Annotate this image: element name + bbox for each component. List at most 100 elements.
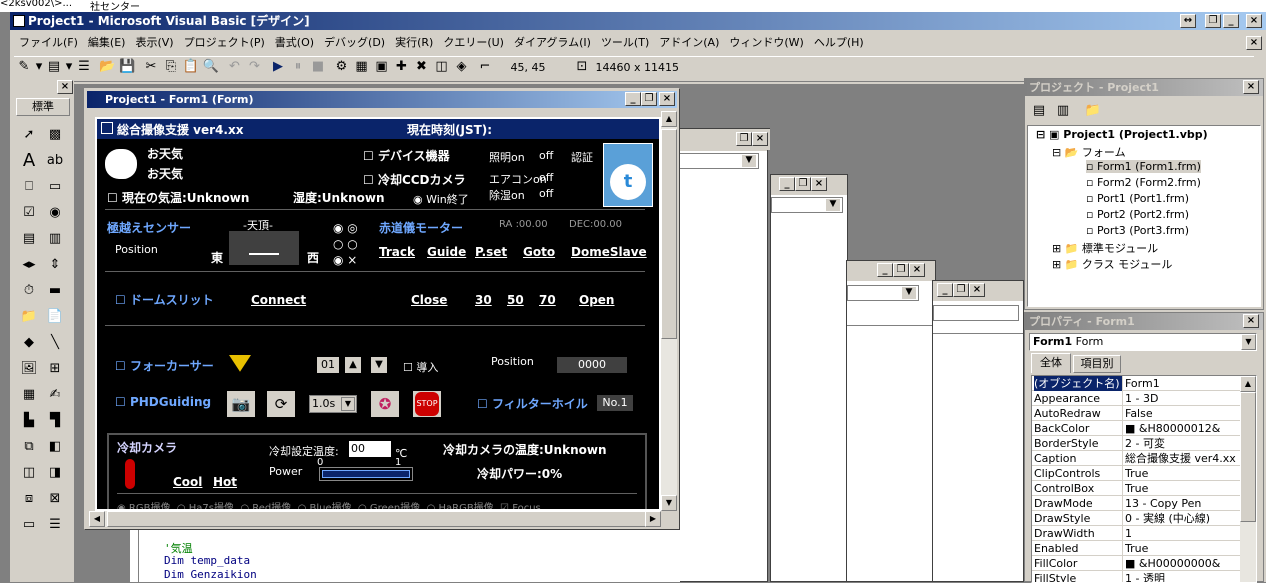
intro-checkbox[interactable]: ☐ 導入 (403, 359, 438, 375)
blue-option[interactable]: ○ Blue撮像 (298, 503, 352, 509)
form1-hscrollbar[interactable]: ◀ ▶ (89, 511, 661, 527)
focuser-up-button[interactable]: ▲ (345, 357, 361, 373)
data-view-icon[interactable]: ◫ (432, 57, 452, 77)
property-value[interactable]: True (1125, 541, 1245, 556)
focus-option[interactable]: ☑ Focus (500, 503, 541, 509)
timer-icon[interactable]: ⏱ (18, 280, 40, 302)
data-icon[interactable]: ⊞ (44, 358, 66, 380)
view-code-icon[interactable]: ▤ (1029, 101, 1049, 121)
tree-item-form1[interactable]: ▫ Form1 (Form1.frm) (1086, 160, 1201, 173)
custom-control-11-icon[interactable]: ☰ (44, 514, 66, 536)
close-link[interactable]: Close (411, 293, 447, 307)
temperature-checkbox[interactable]: ☐ 現在の気温:Unknown (107, 189, 249, 206)
guide-link[interactable]: Guide (427, 245, 466, 259)
guide-icon[interactable]: ✪ (371, 391, 399, 417)
form1-min-button[interactable]: _ (625, 92, 641, 106)
add-project-icon[interactable]: ✎ (14, 57, 34, 77)
vscroll-icon[interactable]: ⇕ (44, 254, 66, 276)
property-row[interactable]: (オブジェクト名) Form1 (1032, 376, 1247, 391)
tree-forms-folder[interactable]: ⊟ 📂 フォーム (1052, 144, 1126, 160)
focuser-checkbox[interactable]: ☐ フォーカーサー (115, 357, 214, 374)
property-value[interactable]: True (1125, 466, 1245, 481)
filelist-icon[interactable]: 📄 (44, 306, 66, 328)
view-object-icon[interactable]: ▥ (1053, 101, 1073, 121)
dome-slit-checkbox[interactable]: ☐ ドームスリット (115, 291, 214, 308)
form-layout-icon[interactable]: ▣ (372, 57, 392, 77)
custom-control-5-icon[interactable]: ◧ (44, 436, 66, 458)
checkbox-icon[interactable]: ☑ (18, 202, 40, 224)
toolbox-close-button[interactable]: × (57, 80, 73, 94)
custom-control-icon[interactable]: ✍ (44, 384, 66, 406)
textbox-icon[interactable]: ab (44, 150, 66, 172)
find-icon[interactable]: 🔍 (201, 57, 221, 77)
label-icon[interactable]: A (18, 150, 40, 172)
open30-link[interactable]: 30 (475, 293, 492, 307)
shape-icon[interactable]: ◆ (18, 332, 40, 354)
focuser-step-field[interactable]: 01 (317, 357, 339, 373)
property-row[interactable]: Appearance 1 - 3D (1032, 391, 1247, 406)
mdi-close-button[interactable]: × (1246, 36, 1262, 50)
property-row[interactable]: BackColor ■ &H80000012& (1032, 421, 1247, 436)
frame-icon[interactable]: ⎕ (18, 176, 40, 198)
project-close-button[interactable]: × (1243, 80, 1259, 94)
focuser-down-button[interactable]: ▼ (371, 357, 387, 373)
loop-icon[interactable]: ⟳ (267, 391, 295, 417)
property-row[interactable]: Caption 総合撮像支援 ver4.xx (1032, 451, 1247, 466)
property-row[interactable]: DrawWidth 1 (1032, 526, 1247, 541)
twitter-icon[interactable]: t (603, 143, 653, 207)
menu-file[interactable]: ファイル(F) (14, 34, 83, 52)
menu-editor-icon[interactable]: ☰ (74, 57, 94, 77)
tree-item-port1[interactable]: ▫ Port1 (Port1.frm) (1086, 192, 1189, 205)
property-value[interactable]: True (1125, 481, 1245, 496)
property-row[interactable]: ControlBox True (1032, 481, 1247, 496)
tab-alphabetic[interactable]: 全体 (1031, 353, 1071, 373)
menu-format[interactable]: 書式(O) (270, 34, 319, 52)
exposure-select[interactable]: 1.0s ▼ (309, 395, 357, 413)
restore-button[interactable]: ↔ (1180, 14, 1196, 28)
object-selector[interactable]: Form1 Form ▼ (1029, 333, 1257, 351)
connect-link[interactable]: Connect (251, 293, 306, 307)
property-value[interactable]: 1 - 透明 (1125, 571, 1245, 582)
form1-close-button[interactable]: × (659, 92, 675, 106)
menu-run[interactable]: 実行(R) (390, 34, 438, 52)
camera-icon[interactable]: 📷 (227, 391, 255, 417)
commandbutton-icon[interactable]: ▭ (44, 176, 66, 198)
add-form-icon[interactable]: ▤ (44, 57, 64, 77)
toggle-folders-icon[interactable]: 📁 (1083, 101, 1103, 121)
run-icon[interactable]: ▶ (268, 57, 288, 77)
menu-edit[interactable]: 編集(E) (83, 34, 131, 52)
mode-radio-2[interactable]: ○ ○ (333, 237, 358, 251)
properties-icon[interactable]: ▦ (352, 57, 372, 77)
redo-icon[interactable]: ↷ (245, 57, 265, 77)
custom-control-8-icon[interactable]: ⧈ (18, 488, 40, 510)
combobox-icon[interactable]: ▤ (18, 228, 40, 250)
property-row[interactable]: DrawStyle 0 - 実線 (中心線) (1032, 511, 1247, 526)
custom-control-3-icon[interactable]: ▜ (44, 410, 66, 432)
hot-link[interactable]: Hot (213, 475, 237, 489)
mode-radio-3[interactable]: ◉ × (333, 253, 357, 267)
green-option[interactable]: ○ Green撮像 (358, 503, 420, 509)
undo-icon[interactable]: ↶ (225, 57, 245, 77)
listbox-icon[interactable]: ▥ (44, 228, 66, 250)
property-value[interactable]: ■ &H00000000& (1125, 556, 1245, 571)
open50-link[interactable]: 50 (507, 293, 524, 307)
form1-vscrollbar[interactable]: ▲ ▼ (661, 111, 677, 511)
pause-icon[interactable]: ⏸ (288, 57, 308, 77)
device-checkbox[interactable]: ☐ デバイス機器 (363, 147, 450, 164)
code-line-3[interactable]: Dim Genzaikion (164, 568, 257, 581)
image-icon[interactable]: 🖼 (18, 358, 40, 380)
menu-debug[interactable]: デバッグ(D) (319, 34, 390, 52)
toolbox-tab-general[interactable]: 標準 (16, 98, 70, 116)
minimize-button[interactable]: _ (1223, 14, 1239, 28)
tree-classes-folder[interactable]: ⊞ 📁 クラス モジュール (1052, 256, 1172, 272)
custom-control-2-icon[interactable]: ▙ (18, 410, 40, 432)
goto-link[interactable]: Goto (523, 245, 555, 259)
property-row[interactable]: ClipControls True (1032, 466, 1247, 481)
ha-option[interactable]: ○ Ha7s撮像 (177, 503, 234, 509)
property-value[interactable]: 0 - 実線 (中心線) (1125, 511, 1245, 526)
capture-mode-options[interactable]: ◉ RGB撮像 ○ Ha7s撮像 ○ Red撮像 ○ Blue撮像 ○ Gree… (117, 499, 647, 509)
custom-control-9-icon[interactable]: ⊠ (44, 488, 66, 510)
property-value[interactable]: 13 - Copy Pen (1125, 496, 1245, 511)
mode-radio-1[interactable]: ◉ ◎ (333, 221, 358, 235)
form2-restore-icon[interactable]: ❐ (736, 132, 752, 146)
